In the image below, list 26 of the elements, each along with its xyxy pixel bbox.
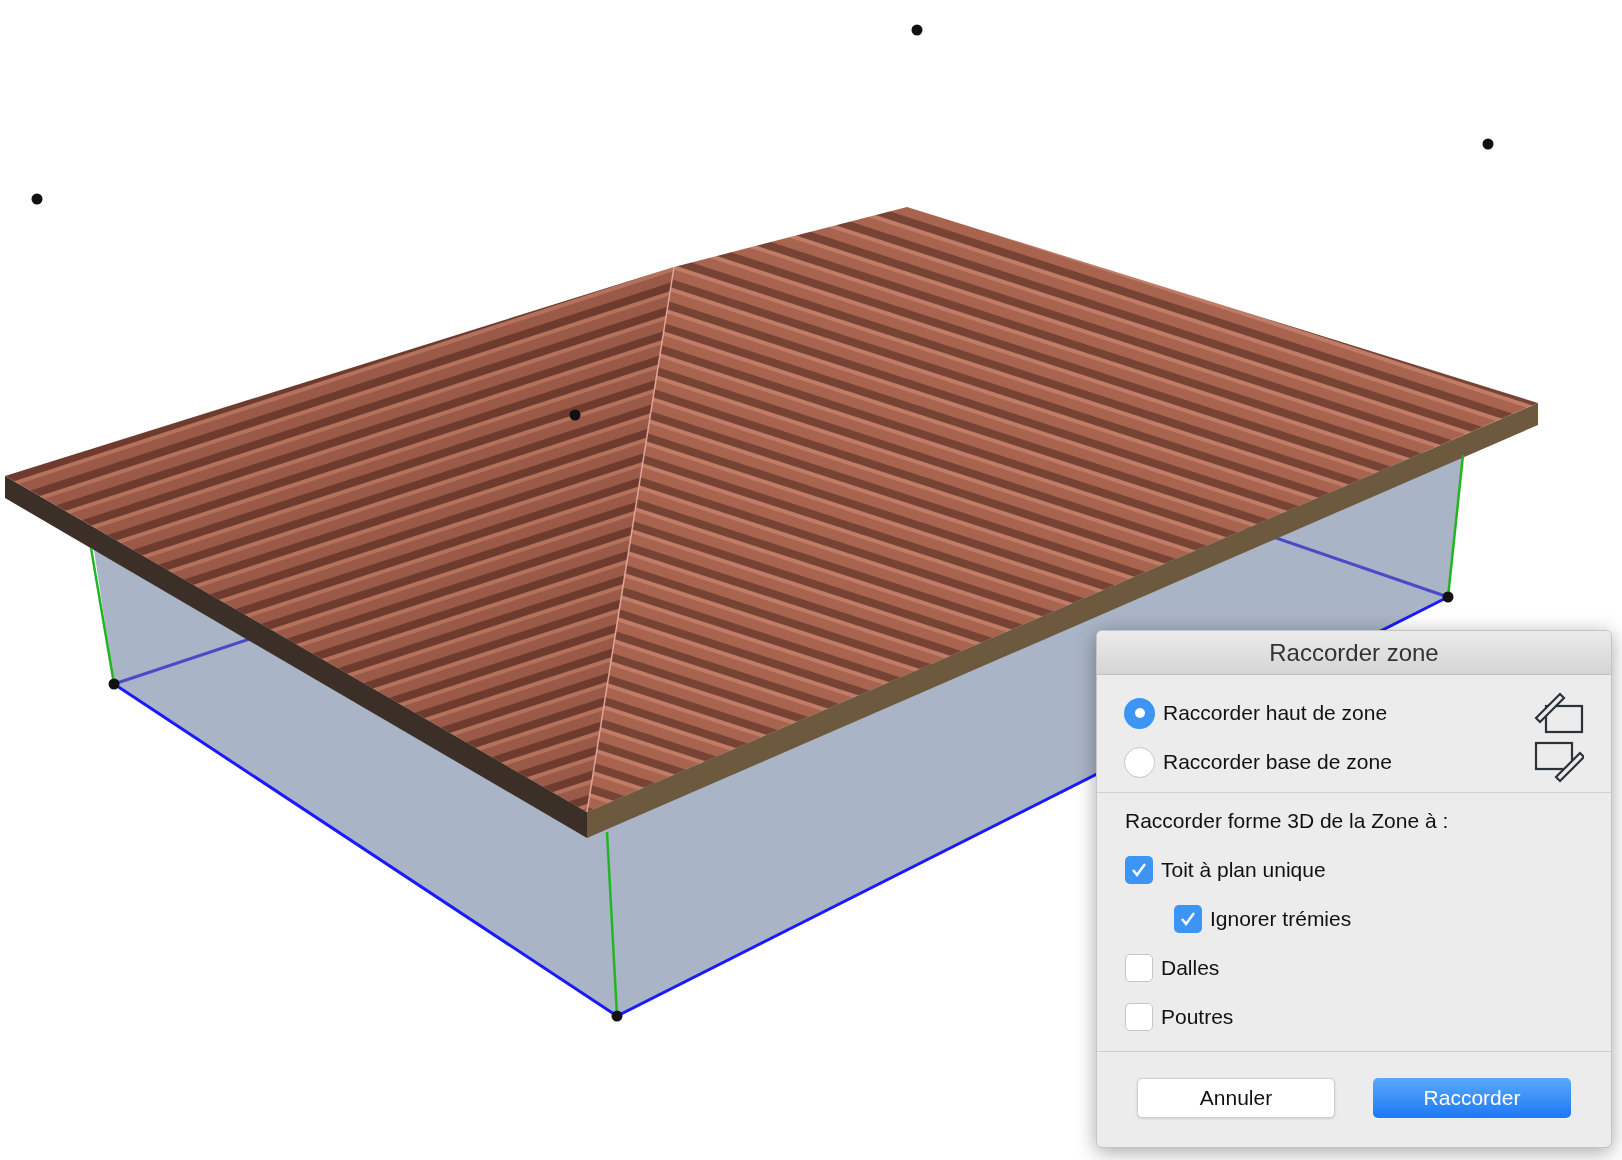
checkbox[interactable] [1125,1003,1153,1031]
cancel-button[interactable]: Annuler [1137,1078,1335,1118]
zone-base-icon [1534,741,1584,783]
checkbox-label: Ignorer trémies [1210,906,1352,933]
node-point [31,193,43,205]
node-point [911,24,923,36]
checkbox-label: Toit à plan unique [1161,857,1326,884]
radio-button[interactable] [1124,746,1155,778]
checkbox[interactable] [1125,954,1153,982]
checkbox[interactable] [1174,905,1202,933]
radio-label: Raccorder haut de zone [1163,700,1388,727]
radio-label: Raccorder base de zone [1163,749,1392,776]
zone-top-icon [1534,692,1584,734]
node-point [611,1010,623,1022]
radio-button[interactable] [1124,697,1155,729]
checkbox-label: Poutres [1161,1004,1234,1031]
node-point [108,678,120,690]
dialog-title: Raccorder zone [1269,637,1439,668]
node-point [1482,138,1494,150]
checkmark-icon [1180,911,1196,927]
node-point [569,409,581,421]
node-point [1442,591,1454,603]
checkbox[interactable] [1125,856,1153,884]
checkmark-icon [1131,862,1147,878]
checkbox-label: Dalles [1161,955,1220,982]
section-label: Raccorder forme 3D de la Zone à : [1125,808,1450,834]
